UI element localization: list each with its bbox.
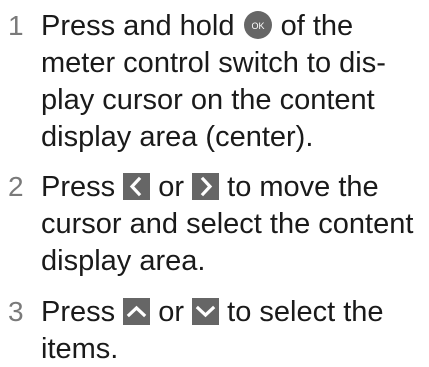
step-1-line-4: display area (center). — [41, 121, 314, 153]
step-2-line-3: display area. — [41, 245, 206, 277]
step-2-line-1: Press or to move the — [41, 169, 379, 205]
ok-label: OK — [251, 21, 264, 31]
step-text: of the — [272, 10, 354, 42]
step-number: 2 — [8, 171, 24, 202]
step-text: or — [150, 296, 193, 328]
right-arrow-button-icon — [192, 172, 220, 200]
step-3-line-1: Press or to select the — [41, 294, 384, 330]
step-text: to select the — [219, 296, 384, 328]
step-text: Press and hold — [41, 10, 243, 42]
step-number: 1 — [8, 10, 24, 41]
left-arrow-button-icon — [123, 172, 151, 200]
instruction-steps: 1 Press and hold OK of the meter control… — [0, 0, 429, 365]
up-arrow-button-icon — [123, 297, 151, 325]
step-text: Press — [41, 171, 124, 203]
step-1-line-1: Press and hold OK of the — [41, 8, 353, 44]
step-1-line-2: meter control switch to dis- — [41, 47, 386, 79]
ok-button-icon: OK — [243, 10, 273, 40]
step-1-line-3: play cursor on the content — [41, 84, 375, 116]
step-number: 3 — [8, 296, 24, 327]
step-text: to move the — [219, 171, 379, 203]
step-text: Press — [41, 296, 124, 328]
step-text: or — [150, 171, 193, 203]
down-arrow-button-icon — [192, 297, 220, 325]
step-2-line-2: cursor and select the content — [41, 208, 414, 240]
step-3-line-2: items. — [41, 333, 119, 365]
